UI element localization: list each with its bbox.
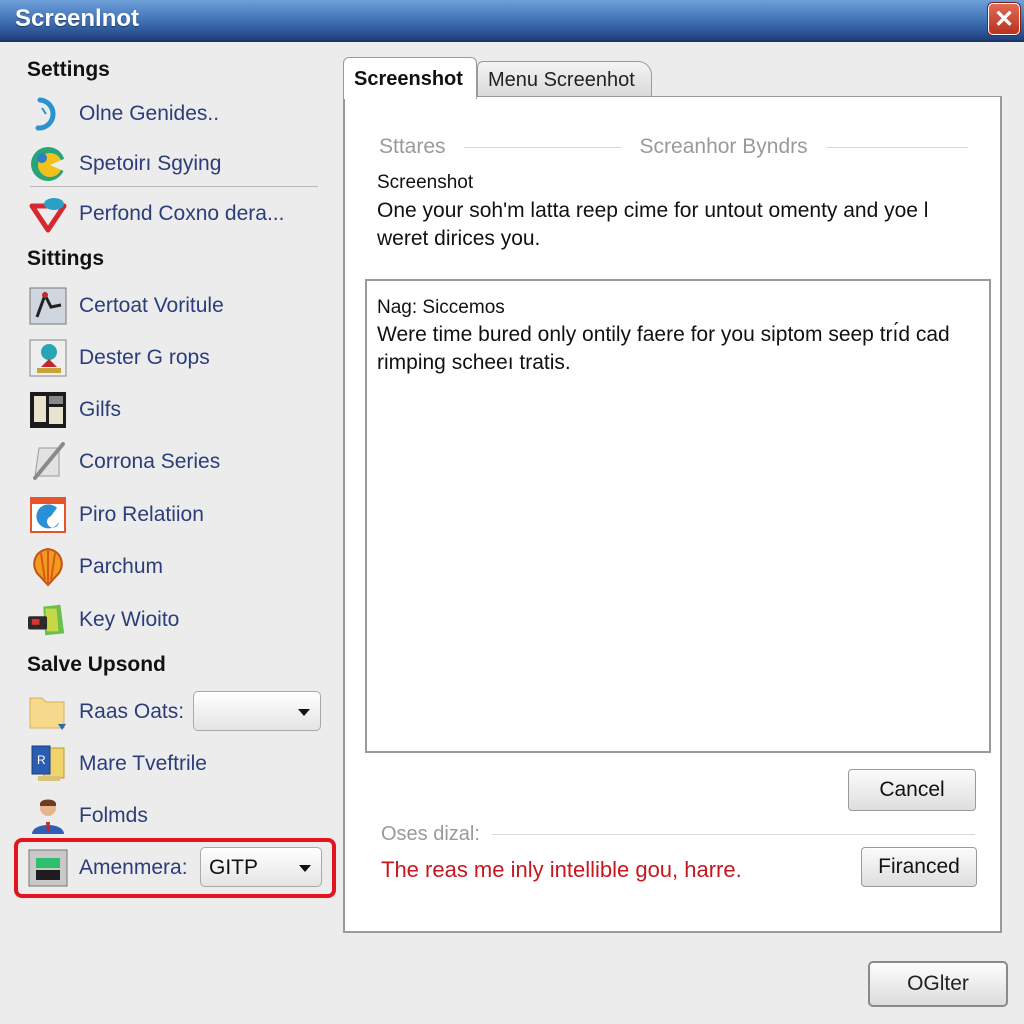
sidebar-item-corrona-series[interactable]: Corrona Series [28, 440, 220, 484]
title-bar: Screenlnot ✕ [0, 0, 1024, 42]
sidebar-item-amenmera: Amenmera: [28, 846, 188, 890]
section-heading-sittings: Sittings [27, 247, 104, 270]
figure-icon [28, 286, 68, 326]
section-heading-salve-upsond: Salve Upsond [27, 653, 166, 676]
gallery-icon [28, 390, 68, 430]
error-message: The reas me inly intellible gou, harre. [381, 857, 742, 882]
sidebar-item-key-wioito[interactable]: Key Wioito [28, 598, 179, 642]
amenmera-dropdown[interactable]: GITP [200, 847, 322, 887]
message-box-title: Nag: Siccemos [377, 297, 505, 318]
ok-button[interactable]: OGlter [868, 961, 1008, 1007]
group-divider [491, 834, 975, 835]
sidebar-item-gilfs[interactable]: Gilfs [28, 388, 121, 432]
sidebar-item-dester-grops[interactable]: Dester G rops [28, 336, 210, 380]
sidebar-item-raas-oats: Raas Oats: [28, 690, 184, 734]
sidebar-item-olne-genides[interactable]: Olne Genides.. [28, 92, 219, 136]
person-icon [28, 796, 68, 836]
cancel-button[interactable]: Cancel [848, 769, 976, 811]
sidebar-item-mare-tveftrile[interactable]: R Mare Tveftrile [28, 742, 207, 786]
folder-icon [28, 692, 68, 732]
sidebar: Settings Olne Genides.. Spetoirı Sgying … [0, 44, 340, 1024]
group-header-row: Sttares Screanhor Byndrs [379, 135, 979, 159]
group-label-oses-dizal: Oses dizal: [381, 823, 480, 845]
window-title: Screenlnot [15, 5, 140, 32]
group-icon [28, 338, 68, 378]
group-header-row: Oses dizal: [381, 823, 975, 846]
tab-menu-screenhot[interactable]: Menu Screenhot [477, 61, 652, 97]
blue-swirl-icon [28, 495, 68, 535]
section-heading-settings: Settings [27, 58, 110, 81]
sidebar-item-folmds[interactable]: Folmds [28, 794, 148, 838]
pen-paper-icon [28, 442, 68, 482]
clock-arc-icon [28, 94, 68, 134]
group-label-screanhor-byndrs: Screanhor Byndrs [639, 135, 808, 158]
main-panel: Sttares Screanhor Byndrs Screenshot One … [343, 96, 1002, 933]
document-icon: R [28, 744, 68, 784]
green-key-icon [28, 600, 68, 640]
chevron-down-icon [299, 865, 311, 872]
raas-oats-dropdown[interactable] [193, 691, 321, 731]
close-x-icon: ✕ [993, 5, 1015, 33]
balloon-icon [28, 547, 68, 587]
colorful-c-icon [28, 144, 68, 184]
group-label-sttares: Sttares [379, 135, 446, 158]
sidebar-item-spetoiri-sgying[interactable]: Spetoirı Sgying [28, 142, 221, 186]
device-icon [28, 848, 68, 888]
description-text: One your soh'm latta reep cime for untou… [377, 199, 929, 250]
v-shape-icon [28, 194, 68, 234]
group-divider [825, 146, 968, 148]
sidebar-item-piro-relation[interactable]: Piro Relatiion [28, 493, 204, 537]
message-box: Nag: Siccemos Were time bured only ontil… [365, 279, 991, 753]
message-box-body: Were time bured only ontily faere for yo… [377, 323, 950, 374]
sidebar-item-certoat-voritule[interactable]: Certoat Voritule [28, 284, 224, 328]
sidebar-item-perfond-coxno[interactable]: Perfond Coxno dera... [28, 192, 284, 236]
sidebar-item-parchum[interactable]: Parchum [28, 545, 163, 589]
sidebar-divider [30, 186, 318, 187]
svg-text:R: R [37, 753, 46, 767]
chevron-down-icon [298, 709, 310, 716]
financed-button[interactable]: Firanced [861, 847, 977, 887]
section-subtitle: Screenshot [377, 172, 474, 193]
close-button[interactable]: ✕ [988, 3, 1020, 35]
tab-screenshot[interactable]: Screenshot [343, 57, 477, 99]
group-divider [463, 146, 622, 148]
